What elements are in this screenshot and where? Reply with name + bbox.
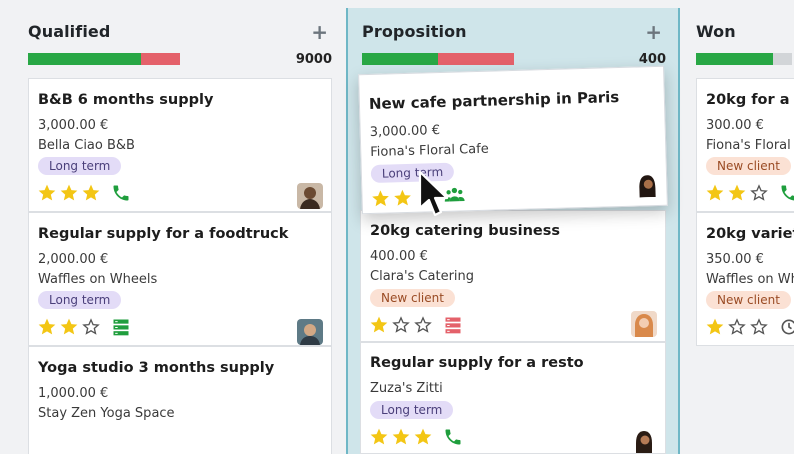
card-customer: Stay Zen Yoga Space — [38, 406, 175, 421]
star-empty-icon[interactable] — [413, 315, 433, 335]
column-header: Proposition + — [362, 22, 668, 44]
priority-stars — [705, 317, 769, 337]
avatar[interactable] — [633, 170, 661, 198]
star-filled-icon[interactable] — [81, 183, 101, 203]
star-filled-icon[interactable] — [37, 317, 57, 337]
priority-stars — [37, 317, 101, 337]
kanban-card[interactable]: 20kg for a ca 300.00 € Fiona's Floral C … — [696, 78, 804, 212]
card-customer: Clara's Catering — [370, 269, 475, 284]
card-customer: Bella Ciao B&B — [38, 138, 135, 153]
star-empty-icon[interactable] — [749, 183, 769, 203]
card-amount: 300.00 € — [706, 118, 764, 133]
progress-won-segment[interactable] — [362, 53, 438, 65]
kanban-card[interactable]: Regular supply for a foodtruck 2,000.00 … — [28, 212, 332, 346]
star-filled-icon[interactable] — [370, 188, 391, 209]
column-header: Won — [696, 22, 794, 44]
card-title: Regular supply for a resto — [370, 355, 584, 371]
star-filled-icon[interactable] — [391, 427, 411, 447]
priority-stars — [370, 188, 413, 209]
kanban-card[interactable]: Regular supply for a resto Zuza's Zitti … — [360, 342, 666, 454]
plus-icon[interactable]: + — [645, 22, 662, 42]
card-customer: Fiona's Floral Cafe — [370, 141, 489, 160]
card-title: Regular supply for a foodtruck — [38, 226, 289, 242]
star-empty-icon[interactable] — [749, 317, 769, 337]
card-amount: 2,000.00 € — [38, 252, 109, 267]
kanban-card[interactable]: 20kg variety 350.00 € Waffles on Wh New … — [696, 212, 804, 346]
kanban-card[interactable]: Yoga studio 3 months supply 1,000.00 € S… — [28, 346, 332, 454]
column-title: Won — [696, 22, 736, 41]
mouse-pointer-icon — [418, 170, 449, 217]
priority-stars — [369, 315, 433, 335]
column-total: 9000 — [295, 52, 332, 67]
card-amount: 3,000.00 € — [38, 118, 109, 133]
card-customer: Waffles on Wheels — [38, 272, 158, 287]
card-customer: Fiona's Floral C — [706, 138, 804, 153]
card-amount: 1,000.00 € — [38, 386, 109, 401]
star-empty-icon[interactable] — [81, 317, 101, 337]
avatar[interactable] — [297, 183, 323, 209]
avatar[interactable] — [631, 427, 657, 453]
tag-badge: New client — [706, 157, 791, 175]
star-filled-icon[interactable] — [59, 183, 79, 203]
progress-won-segment[interactable] — [28, 53, 141, 65]
tag-badge: New client — [370, 289, 455, 307]
column-won: Won 20kg for a ca 300.00 € Fiona's Flora… — [682, 8, 804, 454]
column-title: Qualified — [28, 22, 111, 41]
avatar[interactable] — [631, 311, 657, 337]
progress-remaining-segment[interactable] — [773, 53, 792, 65]
tag-badge: Long term — [38, 157, 122, 175]
star-filled-icon[interactable] — [369, 315, 389, 335]
phone-icon[interactable] — [443, 427, 463, 447]
list-icon[interactable] — [443, 315, 463, 335]
star-filled-icon[interactable] — [413, 427, 433, 447]
star-filled-icon[interactable] — [369, 427, 389, 447]
star-filled-icon[interactable] — [392, 188, 413, 209]
list-icon[interactable] — [111, 317, 131, 337]
star-filled-icon[interactable] — [705, 317, 725, 337]
star-filled-icon[interactable] — [59, 317, 79, 337]
tag-badge: New client — [706, 291, 791, 309]
tag-badge: Long term — [370, 401, 454, 419]
star-empty-icon[interactable] — [727, 317, 747, 337]
card-title: B&B 6 months supply — [38, 92, 214, 108]
card-title: Yoga studio 3 months supply — [38, 360, 275, 376]
phone-icon[interactable] — [111, 183, 131, 203]
star-filled-icon[interactable] — [705, 183, 725, 203]
card-customer: Zuza's Zitti — [370, 381, 443, 396]
card-title: 20kg for a ca — [706, 92, 804, 108]
progress-lost-segment[interactable] — [141, 53, 180, 65]
plus-icon[interactable]: + — [311, 22, 328, 42]
tag-badge: Long term — [38, 291, 122, 309]
column-progress-bar[interactable] — [696, 53, 792, 65]
column-qualified: Qualified + 9000 B&B 6 months supply 3,0… — [14, 8, 344, 454]
star-filled-icon[interactable] — [727, 183, 747, 203]
kanban-card[interactable]: B&B 6 months supply 3,000.00 € Bella Cia… — [28, 78, 332, 212]
star-empty-icon[interactable] — [391, 315, 411, 335]
card-amount: 3,000.00 € — [369, 123, 441, 140]
card-title: New cafe partnership in Paris — [368, 88, 620, 114]
card-title: 20kg variety — [706, 226, 804, 242]
star-filled-icon[interactable] — [37, 183, 57, 203]
card-title: 20kg catering business — [370, 223, 560, 239]
priority-stars — [37, 183, 101, 203]
kanban-board: Qualified + 9000 B&B 6 months supply 3,0… — [0, 0, 804, 454]
column-total: 400 — [638, 52, 666, 67]
avatar[interactable] — [297, 319, 323, 345]
card-customer: Waffles on Wh — [706, 272, 799, 287]
progress-lost-segment[interactable] — [438, 53, 514, 65]
dragged-kanban-card[interactable]: New cafe partnership in Paris 3,000.00 €… — [358, 65, 668, 215]
column-header: Qualified + — [28, 22, 334, 44]
priority-stars — [705, 183, 769, 203]
column-progress-bar[interactable] — [28, 53, 180, 65]
column-progress-bar[interactable] — [362, 53, 514, 65]
card-amount: 400.00 € — [370, 249, 428, 264]
priority-stars — [369, 427, 433, 447]
kanban-card[interactable]: 20kg catering business 400.00 € Clara's … — [360, 210, 666, 342]
column-title: Proposition — [362, 22, 467, 41]
scroll-edge — [794, 0, 804, 454]
progress-won-segment[interactable] — [696, 53, 773, 65]
card-amount: 350.00 € — [706, 252, 764, 267]
